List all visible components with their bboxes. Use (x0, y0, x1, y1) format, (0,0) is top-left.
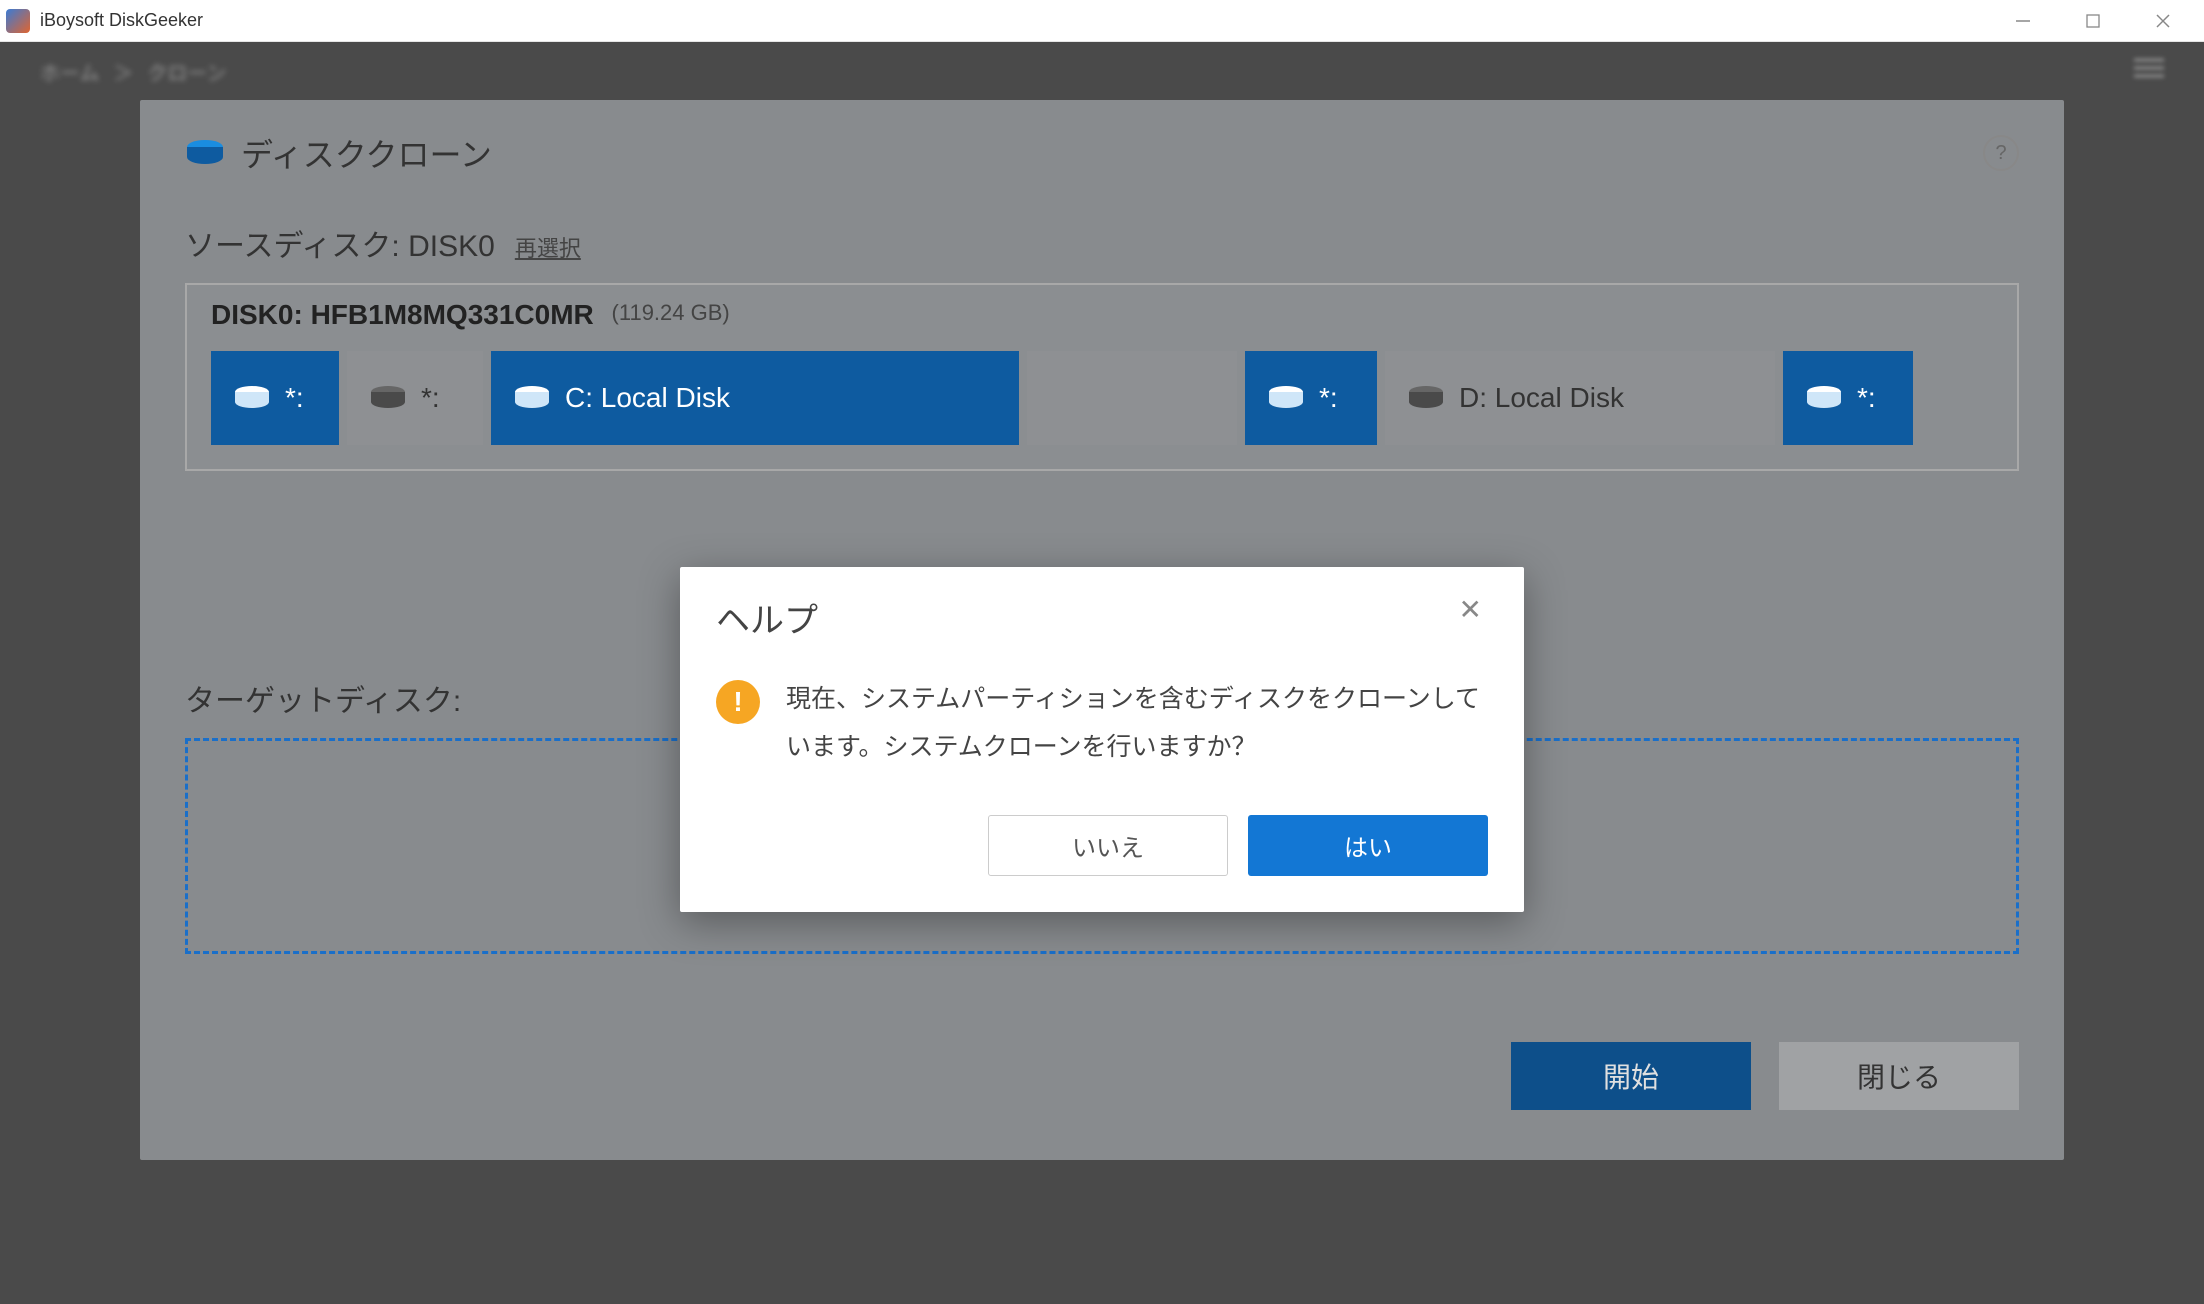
close-window-button[interactable] (2128, 0, 2198, 42)
app-icon (6, 9, 30, 33)
dialog-title: ヘルプ (716, 593, 1453, 642)
dialog-message: 現在、システムパーティションを含むディスクをクローンしています。システムクローン… (786, 676, 1488, 771)
app-title: iBoysoft DiskGeeker (40, 10, 1988, 31)
minimize-button[interactable] (1988, 0, 2058, 42)
app-body: ホーム ＞ クローン ディスククローン ? ソースディスク: DISK0 再選択 (0, 42, 2204, 1304)
modal-overlay: ヘルプ ✕ ! 現在、システムパーティションを含むディスクをクローンしています。… (0, 42, 2204, 1304)
maximize-button[interactable] (2058, 0, 2128, 42)
dialog-close-icon[interactable]: ✕ (1453, 593, 1488, 642)
titlebar: iBoysoft DiskGeeker (0, 0, 2204, 42)
dialog-no-button[interactable]: いいえ (988, 815, 1228, 876)
dialog-yes-button[interactable]: はい (1248, 815, 1488, 876)
warning-icon: ! (716, 680, 760, 724)
help-dialog: ヘルプ ✕ ! 現在、システムパーティションを含むディスクをクローンしています。… (680, 567, 1524, 912)
